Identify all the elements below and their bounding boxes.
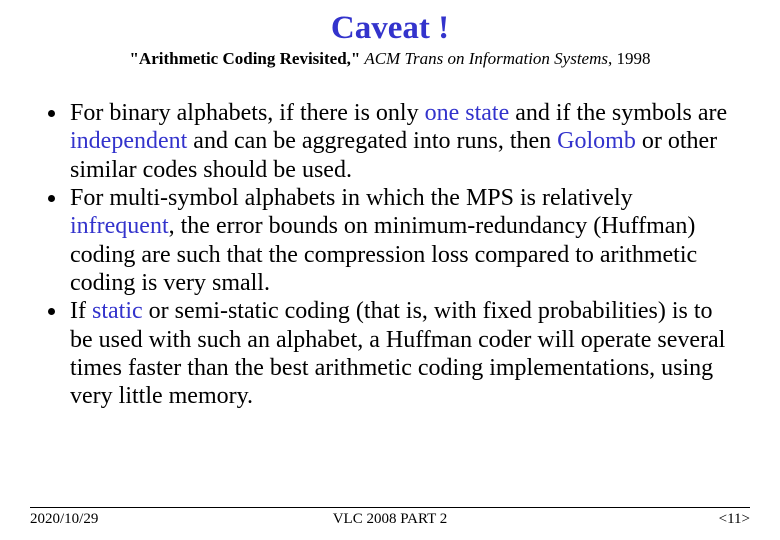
bullet-text: and can be aggregated into runs, then: [187, 128, 557, 154]
citation-year: , 1998: [608, 49, 651, 68]
slide-subtitle: "Arithmetic Coding Revisited," ACM Trans…: [30, 49, 750, 69]
highlight-one-state: one state: [425, 100, 510, 126]
highlight-static: static: [92, 298, 143, 324]
bullet-text: For binary alphabets, if there is only: [70, 100, 425, 126]
list-item: For binary alphabets, if there is only o…: [68, 99, 740, 184]
bullet-text: If: [70, 298, 92, 324]
citation-journal: ACM Trans on Information Systems: [360, 49, 608, 68]
highlight-infrequent: infrequent: [70, 213, 169, 239]
footer-center: VLC 2008 PART 2: [30, 511, 750, 528]
bullet-text: For multi-symbol alphabets in which the …: [70, 185, 633, 211]
highlight-golomb: Golomb: [557, 128, 636, 154]
list-item: If static or semi-static coding (that is…: [68, 297, 740, 410]
footer-row: 2020/10/29 VLC 2008 PART 2 <11>: [30, 511, 750, 528]
slide: Caveat ! "Arithmetic Coding Revisited," …: [0, 0, 780, 540]
footer-divider: [30, 507, 750, 508]
bullet-text: and if the symbols are: [509, 100, 727, 126]
citation-title: "Arithmetic Coding Revisited,": [129, 49, 360, 68]
list-item: For multi-symbol alphabets in which the …: [68, 184, 740, 297]
bullet-list: For binary alphabets, if there is only o…: [40, 99, 740, 410]
highlight-independent: independent: [70, 128, 187, 154]
footer: 2020/10/29 VLC 2008 PART 2 <11>: [30, 507, 750, 528]
slide-title: Caveat !: [30, 8, 750, 47]
bullet-text: or semi-static coding (that is, with fix…: [70, 298, 725, 409]
